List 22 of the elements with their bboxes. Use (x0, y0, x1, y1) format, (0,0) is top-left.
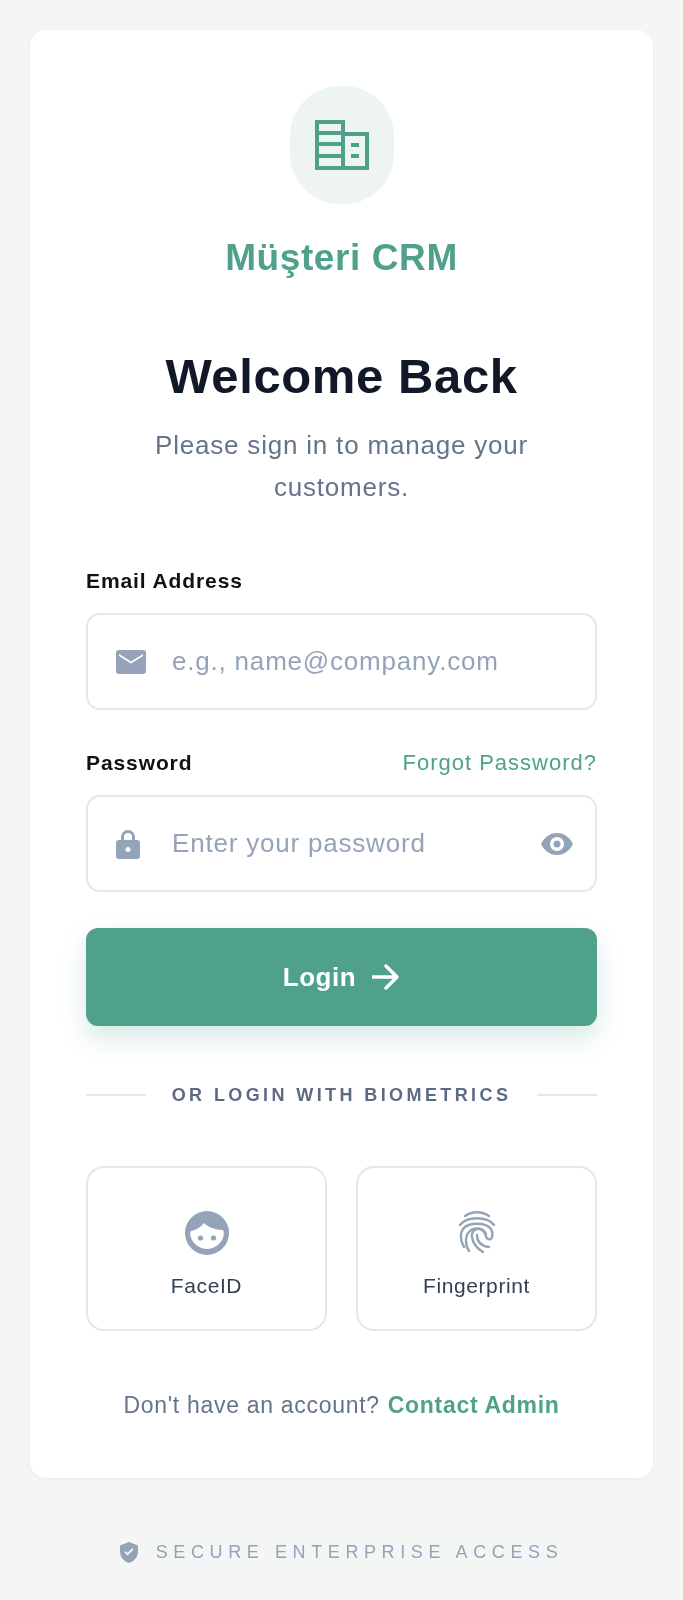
eye-icon[interactable] (541, 832, 573, 855)
face-icon (184, 1210, 229, 1255)
shield-check-icon (119, 1541, 138, 1563)
field-label: Password (86, 750, 193, 776)
brand-name: Müşteri CRM (225, 238, 458, 278)
fingerprint-icon (456, 1210, 497, 1255)
page-title: Welcome Back (165, 350, 518, 402)
email-field[interactable]: e.g., name@company.com (86, 613, 597, 710)
arrow-right-icon (372, 964, 401, 990)
page-subtitle: Please sign in to manage your customers. (154, 429, 529, 504)
login-button[interactable]: Login (86, 928, 597, 1026)
fingerprint-button[interactable]: Fingerprint (356, 1166, 597, 1331)
signup-prompt: Don't have an account? (123, 1391, 380, 1420)
forgot-password-link[interactable]: Forgot Password? (402, 749, 597, 777)
password-field[interactable]: Enter your password (86, 795, 597, 892)
building-icon (314, 120, 369, 170)
footer-text: SECURE ENTERPRISE ACCESS (155, 1541, 564, 1564)
field-label: Email Address (86, 568, 243, 594)
contact-admin-link[interactable]: Contact Admin (387, 1390, 560, 1420)
divider-text: OR LOGIN WITH BIOMETRICS (171, 1084, 512, 1107)
lock-icon (116, 828, 140, 859)
face-id-button[interactable]: FaceID (86, 1166, 327, 1331)
